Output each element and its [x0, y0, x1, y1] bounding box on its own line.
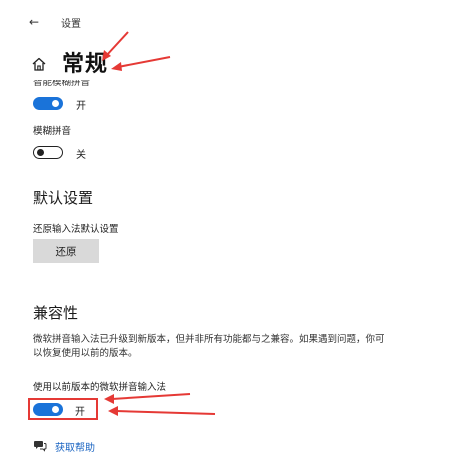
annotation-arrow-3: [104, 393, 191, 404]
back-arrow-icon: ←: [28, 15, 40, 29]
home-icon: [32, 57, 46, 71]
page-title: 常规: [62, 52, 109, 77]
partially-visible-setting-label: 智能模糊拼音: [33, 80, 91, 88]
toggle-knob: [52, 100, 59, 107]
get-help-link[interactable]: 获取帮助: [55, 439, 95, 454]
reset-button[interactable]: 还原: [33, 239, 99, 263]
reset-defaults-label: 还原输入法默认设置: [33, 224, 119, 235]
compatibility-description: 微软拼音输入法已升级到新版本，但并非所有功能都与之兼容。如果遇到问题，你可以恢复…: [33, 334, 385, 359]
fuzzy-pinyin-toggle[interactable]: [33, 146, 63, 159]
back-button[interactable]: ←: [24, 12, 44, 32]
fuzzy-pinyin-label: 模糊拼音: [33, 126, 72, 137]
first-setting-toggle[interactable]: [33, 97, 63, 110]
toggle-knob: [37, 148, 44, 156]
fuzzy-pinyin-state: 关: [76, 150, 86, 161]
default-settings-heading: 默认设置: [33, 189, 94, 207]
annotation-highlight-box: [28, 398, 98, 420]
settings-window: ← 设置 常规 智能模糊拼音 开 模糊拼音 关 默认设置 还原输入法默认设置 还…: [0, 0, 458, 467]
annotation-arrow-2: [111, 56, 171, 71]
annotation-arrow-4: [108, 406, 216, 416]
compatibility-heading: 兼容性: [33, 304, 79, 322]
legacy-ime-label: 使用以前版本的微软拼音输入法: [33, 382, 167, 393]
help-chat-icon: [34, 441, 47, 452]
window-title: 设置: [61, 19, 81, 30]
first-setting-state: 开: [76, 101, 86, 112]
